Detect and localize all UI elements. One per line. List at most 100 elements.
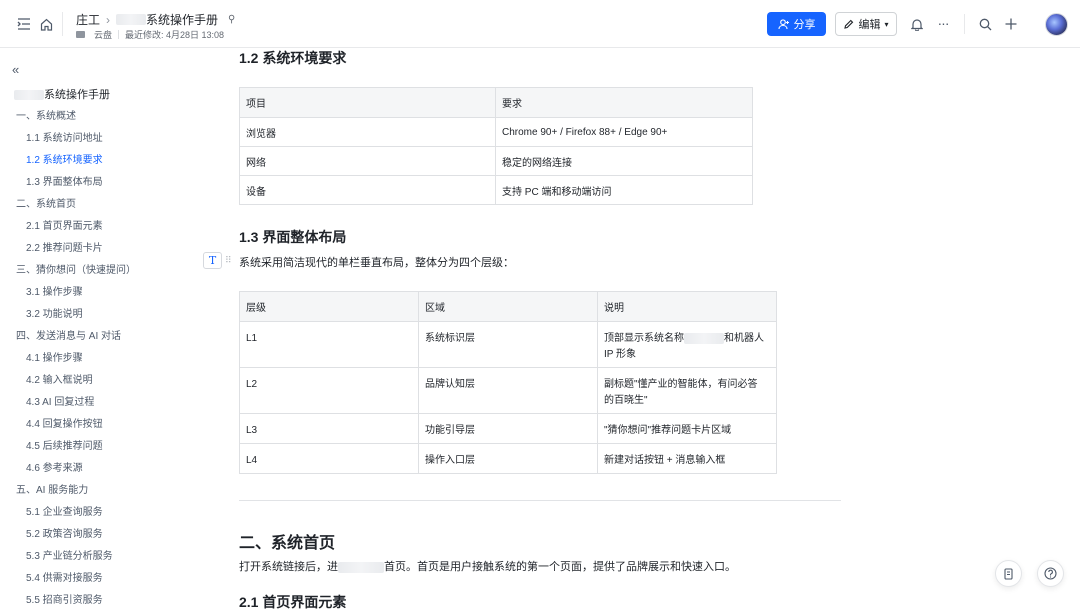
sidebar-item[interactable]: 四、发送消息与 AI 对话 [0, 326, 200, 348]
table-cell: L3 [239, 413, 419, 444]
home-icon[interactable] [38, 16, 54, 32]
sidebar-item[interactable]: 4.3 AI 回复过程 [0, 392, 200, 414]
sidebar-item[interactable]: 1.1 系统访问地址 [0, 128, 200, 150]
share-button[interactable]: 分享 [767, 12, 826, 36]
redacted-text [14, 90, 44, 101]
bell-icon[interactable] [909, 16, 925, 32]
table-row: L3 功能引导层 "猜你想问"推荐问题卡片区域 [239, 413, 777, 444]
edit-button[interactable]: 编辑 ▾ [835, 12, 897, 36]
table-row: L1 系统标识层 顶部显示系统名称 和机器人 IP 形象 [239, 321, 777, 368]
table-header: 区域 [418, 291, 598, 322]
table-cell: 设备 [239, 175, 496, 205]
table-cell: 浏览器 [239, 117, 496, 147]
pencil-icon [844, 19, 854, 29]
table-cell: L2 [239, 367, 419, 414]
redacted-text [338, 561, 384, 573]
menu-fold-icon[interactable] [16, 16, 32, 32]
paragraph: 系统采用简洁现代的单栏垂直布局，整体分为四个层级： [239, 257, 514, 269]
table-cell: 网络 [239, 146, 496, 176]
table-cell: L1 [239, 321, 419, 368]
table-row: 网络 稳定的网络连接 [239, 146, 753, 176]
sidebar-item[interactable]: 5.4 供需对接服务 [0, 568, 200, 590]
paragraph: 打开系统链接后，进 首页。首页是用户接触系统的第一个页面，提供了品牌展示和快速入口… [239, 561, 736, 573]
chevron-right-icon: › [106, 12, 111, 27]
table-cell: 支持 PC 端和移动端访问 [495, 175, 753, 205]
sidebar-item[interactable]: 2.2 推荐问题卡片 [0, 238, 200, 260]
breadcrumb-root[interactable]: 庄工 [76, 11, 100, 28]
doc-title[interactable]: 系统操作手册 [146, 11, 218, 28]
redacted-text [116, 14, 147, 25]
table-cell: 新建对话按钮 + 消息输入框 [597, 443, 777, 474]
chevron-down-icon: ▾ [884, 19, 889, 29]
table-cell: Chrome 90+ / Firefox 88+ / Edge 90+ [495, 117, 753, 147]
last-modified: 最近修改: 4月28日 13:08 [125, 30, 225, 40]
user-add-icon [777, 18, 789, 29]
pin-icon[interactable]: ⚲ [228, 14, 235, 25]
table-header: 说明 [597, 291, 777, 322]
sidebar-item[interactable]: 3.1 操作步骤 [0, 282, 200, 304]
heading-1-3: 1.3 界面整体布局 [239, 229, 347, 245]
table-row: L4 操作入口层 新建对话按钮 + 消息输入框 [239, 443, 777, 474]
more-icon[interactable]: ··· [934, 14, 952, 32]
sidebar-item[interactable]: 4.4 回复操作按钮 [0, 414, 200, 436]
outline-title[interactable]: 系统操作手册 [0, 84, 200, 106]
avatar[interactable] [1045, 13, 1068, 36]
text-style-icon[interactable]: T [203, 252, 222, 269]
sidebar-item[interactable]: 4.1 操作步骤 [0, 348, 200, 370]
table-cell: 功能引导层 [418, 413, 598, 444]
share-label: 分享 [793, 19, 816, 31]
table-cell: 顶部显示系统名称 和机器人 IP 形象 [597, 321, 777, 368]
sidebar-item[interactable]: 三、猜你想问（快速提问） [0, 260, 200, 282]
collapse-sidebar-icon[interactable]: « [12, 62, 19, 77]
doc-info-icon[interactable] [995, 560, 1022, 587]
sidebar-item[interactable]: 5.3 产业链分析服务 [0, 546, 200, 568]
divider [964, 14, 965, 34]
plus-icon[interactable] [1003, 16, 1019, 32]
drag-handle-icon[interactable]: ⠿ [225, 255, 232, 266]
folder-icon [76, 31, 85, 38]
table-header: 层级 [239, 291, 419, 322]
sidebar-item[interactable]: 5.5 招商引资服务 [0, 590, 200, 612]
help-icon[interactable] [1037, 560, 1064, 587]
divider [239, 500, 841, 501]
search-icon[interactable] [977, 16, 993, 32]
table-header: 项目 [239, 87, 496, 118]
sidebar-item[interactable]: 3.2 功能说明 [0, 304, 200, 326]
sidebar-item[interactable]: 4.2 输入框说明 [0, 370, 200, 392]
sidebar-item[interactable]: 1.3 界面整体布局 [0, 172, 200, 194]
doc-meta: 云盘 最近修改: 4月28日 13:08 [76, 28, 224, 41]
env-table: 项目 要求 浏览器 Chrome 90+ / Firefox 88+ / Edg… [239, 87, 753, 205]
sidebar-item[interactable]: 1.2 系统环境要求 [0, 150, 200, 172]
outline-list: 系统操作手册 一、系统概述 1.1 系统访问地址 1.2 系统环境要求 1.3 界面整… [0, 84, 200, 612]
table-cell: "猜你想问"推荐问题卡片区域 [597, 413, 777, 444]
outline-sidebar: « 系统操作手册 一、系统概述 1.1 系统访问地址 1.2 系统环境要求 1.3 界… [0, 48, 200, 614]
table-cell: 操作入口层 [418, 443, 598, 474]
table-cell: 副标题"懂产业的智能体，有问必答 的百晓生" [597, 367, 777, 414]
table-row: L2 品牌认知层 副标题"懂产业的智能体，有问必答 的百晓生" [239, 367, 777, 414]
layout-table: 层级 区域 说明 L1 系统标识层 顶部显示系统名称 和机器人 IP 形象 L2 品… [239, 291, 777, 474]
document-body: 1.2 系统环境要求 项目 要求 浏览器 Chrome 90+ / Firefo… [239, 48, 859, 614]
edit-label: 编辑 [858, 19, 881, 31]
sidebar-item[interactable]: 二、系统首页 [0, 194, 200, 216]
table-row: 浏览器 Chrome 90+ / Firefox 88+ / Edge 90+ [239, 117, 753, 147]
heading-2: 二、系统首页 [239, 535, 336, 552]
heading-1-2: 1.2 系统环境要求 [239, 50, 347, 66]
sidebar-item[interactable]: 4.6 参考来源 [0, 458, 200, 480]
divider [118, 30, 120, 39]
top-bar: 庄工 › 系统操作手册 ⚲ 云盘 最近修改: 4月28日 13:08 分享 编辑… [0, 0, 1080, 48]
table-header: 要求 [495, 87, 753, 118]
sidebar-item[interactable]: 2.1 首页界面元素 [0, 216, 200, 238]
breadcrumb: 庄工 › 系统操作手册 ⚲ [76, 11, 235, 28]
sidebar-item[interactable]: 五、AI 服务能力 [0, 480, 200, 502]
sidebar-item[interactable]: 4.5 后续推荐问题 [0, 436, 200, 458]
table-row: 设备 支持 PC 端和移动端访问 [239, 175, 753, 205]
divider [62, 12, 63, 36]
doc-location[interactable]: 云盘 [94, 28, 112, 41]
heading-2-1: 2.1 首页界面元素 [239, 594, 347, 610]
table-cell: 品牌认知层 [418, 367, 598, 414]
sidebar-item[interactable]: 5.1 企业查询服务 [0, 502, 200, 524]
table-cell: L4 [239, 443, 419, 474]
sidebar-item[interactable]: 5.2 政策咨询服务 [0, 524, 200, 546]
table-cell: 系统标识层 [418, 321, 598, 368]
sidebar-item[interactable]: 一、系统概述 [0, 106, 200, 128]
